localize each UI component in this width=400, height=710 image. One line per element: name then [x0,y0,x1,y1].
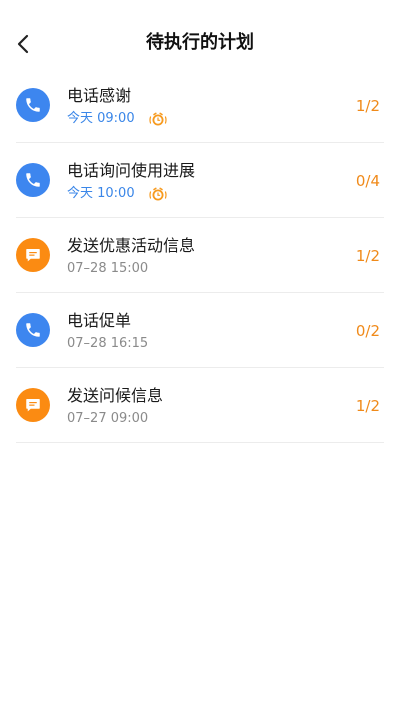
plan-time-text: 07–28 16:15 [67,336,149,351]
alarm-clock-icon [149,187,167,201]
plan-time: 07–28 15:00 [67,260,148,278]
plan-title: 电话促单 [67,311,132,330]
plan-time: 07–28 16:15 [67,335,148,353]
plan-list: 电话感谢 今天 09:00 1/2 电话询问使用进展 今天 10:00 0/4 … [0,68,400,443]
plan-title: 电话询问使用进展 [67,161,196,180]
alarm-clock-icon [149,112,167,126]
plan-item[interactable]: 电话感谢 今天 09:00 1/2 [16,68,384,143]
plan-progress: 0/2 [355,322,380,340]
plan-item[interactable]: 发送优惠活动信息 07–28 15:00 1/2 [16,218,384,293]
plan-progress: 0/4 [355,172,380,190]
plan-time-text: 今天 10:00 [67,186,135,201]
plan-time-text: 今天 09:00 [67,111,135,126]
plan-time-text: 07–28 15:00 [67,261,149,276]
message-icon [16,238,50,272]
plan-item[interactable]: 电话询问使用进展 今天 10:00 0/4 [16,143,384,218]
plan-time: 07–27 09:00 [67,410,148,428]
page-title: 待执行的计划 [146,32,254,53]
plan-time: 今天 09:00 [67,110,169,128]
plan-progress: 1/2 [355,247,380,265]
plan-progress: 1/2 [355,397,380,415]
phone-icon [16,163,50,197]
phone-icon [16,313,50,347]
message-icon [16,388,50,422]
phone-icon [16,88,50,122]
plan-title: 电话感谢 [67,86,132,105]
plan-title: 发送问候信息 [67,386,164,405]
plan-item[interactable]: 发送问候信息 07–27 09:00 1/2 [16,368,384,443]
plan-progress: 1/2 [355,97,380,115]
plan-item[interactable]: 电话促单 07–28 16:15 0/2 [16,293,384,368]
plan-time: 今天 10:00 [67,185,169,203]
plan-title: 发送优惠活动信息 [67,236,196,255]
plan-time-text: 07–27 09:00 [67,411,149,426]
